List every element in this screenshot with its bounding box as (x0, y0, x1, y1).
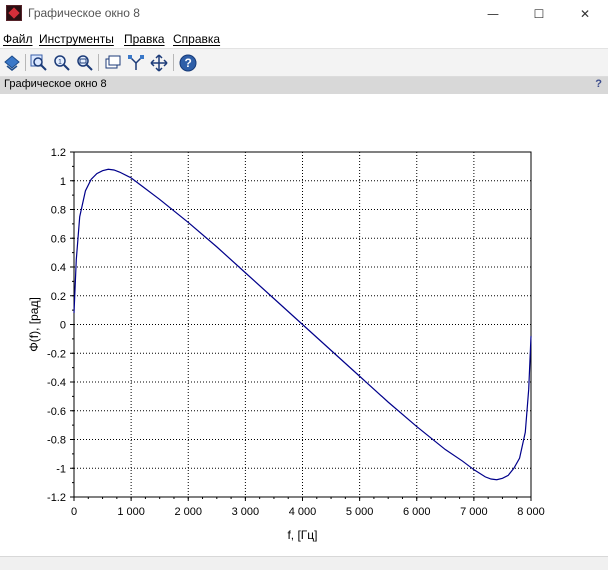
minimize-button[interactable]: — (470, 0, 516, 28)
y-tick-label: -0.8 (47, 435, 66, 447)
x-tick-label: 3 000 (232, 506, 260, 518)
figure-title: Графическое окно 8 (4, 78, 107, 90)
zoom-icon[interactable]: 1 (51, 52, 73, 73)
y-axis-label: Φ(f), [рад] (27, 297, 41, 352)
window-title: Графическое окно 8 (28, 6, 140, 20)
y-tick-label: 0.2 (51, 291, 66, 303)
x-axis-label: f, [Гц] (287, 528, 317, 542)
y-tick-label: -0.6 (47, 406, 66, 418)
toolbar-separator (25, 54, 26, 71)
y-tick-label: -0.2 (47, 348, 66, 360)
pan-icon[interactable] (148, 52, 170, 73)
x-tick-label: 2 000 (174, 506, 202, 518)
x-tick-label: 4 000 (289, 506, 317, 518)
datatip-icon[interactable] (102, 52, 124, 73)
y-tick-label: 0 (60, 320, 66, 332)
y-tick-label: 0.6 (51, 233, 66, 245)
y-tick-label: -1 (56, 463, 66, 475)
toolbar: 1 ? (0, 49, 608, 77)
app-icon (6, 5, 22, 21)
menu-bar: Файл Инструменты Правка Справка (0, 30, 608, 49)
close-button[interactable]: ✕ (562, 0, 608, 28)
zoom-area-icon[interactable] (28, 52, 50, 73)
help-icon[interactable]: ? (177, 52, 199, 73)
menu-edit[interactable]: Правка (124, 32, 165, 46)
y-tick-label: 0.8 (51, 205, 66, 217)
x-tick-label: 1 000 (117, 506, 145, 518)
y-tick-label: 0.4 (51, 262, 66, 274)
x-tick-label: 8 000 (517, 506, 545, 518)
status-bar (0, 556, 608, 570)
x-tick-label: 0 (71, 506, 77, 518)
y-tick-label: 1.2 (51, 147, 66, 159)
y-tick-label: -0.4 (47, 377, 66, 389)
help-question-icon[interactable]: ? (595, 78, 602, 90)
y-tick-label: -1.2 (47, 492, 66, 504)
menu-file[interactable]: Файл (3, 32, 33, 46)
zoom-fit-icon[interactable] (74, 52, 96, 73)
figure-canvas[interactable]: 0 1 000 2 000 3 000 4 000 5 000 6 000 7 000 8 00… (0, 94, 608, 555)
rotate-icon[interactable] (1, 52, 23, 73)
x-tick-label: 6 000 (403, 506, 431, 518)
figure-title-strip: Графическое окно 8 ? (0, 77, 608, 94)
svg-text:?: ? (185, 56, 192, 70)
menu-help[interactable]: Справка (173, 32, 220, 46)
graph-icon[interactable] (125, 52, 147, 73)
x-tick-label: 5 000 (346, 506, 374, 518)
maximize-button[interactable]: ☐ (516, 0, 562, 28)
svg-text:1: 1 (58, 59, 62, 66)
y-tick-label: 1 (60, 176, 66, 188)
title-bar: Графическое окно 8 — ☐ ✕ (0, 0, 608, 28)
menu-tools[interactable]: Инструменты (39, 32, 114, 46)
toolbar-separator (173, 54, 174, 71)
toolbar-separator (98, 54, 99, 71)
x-tick-label: 7 000 (460, 506, 488, 518)
phase-response-chart: 0 1 000 2 000 3 000 4 000 5 000 6 000 7 000 8 00… (27, 147, 545, 542)
